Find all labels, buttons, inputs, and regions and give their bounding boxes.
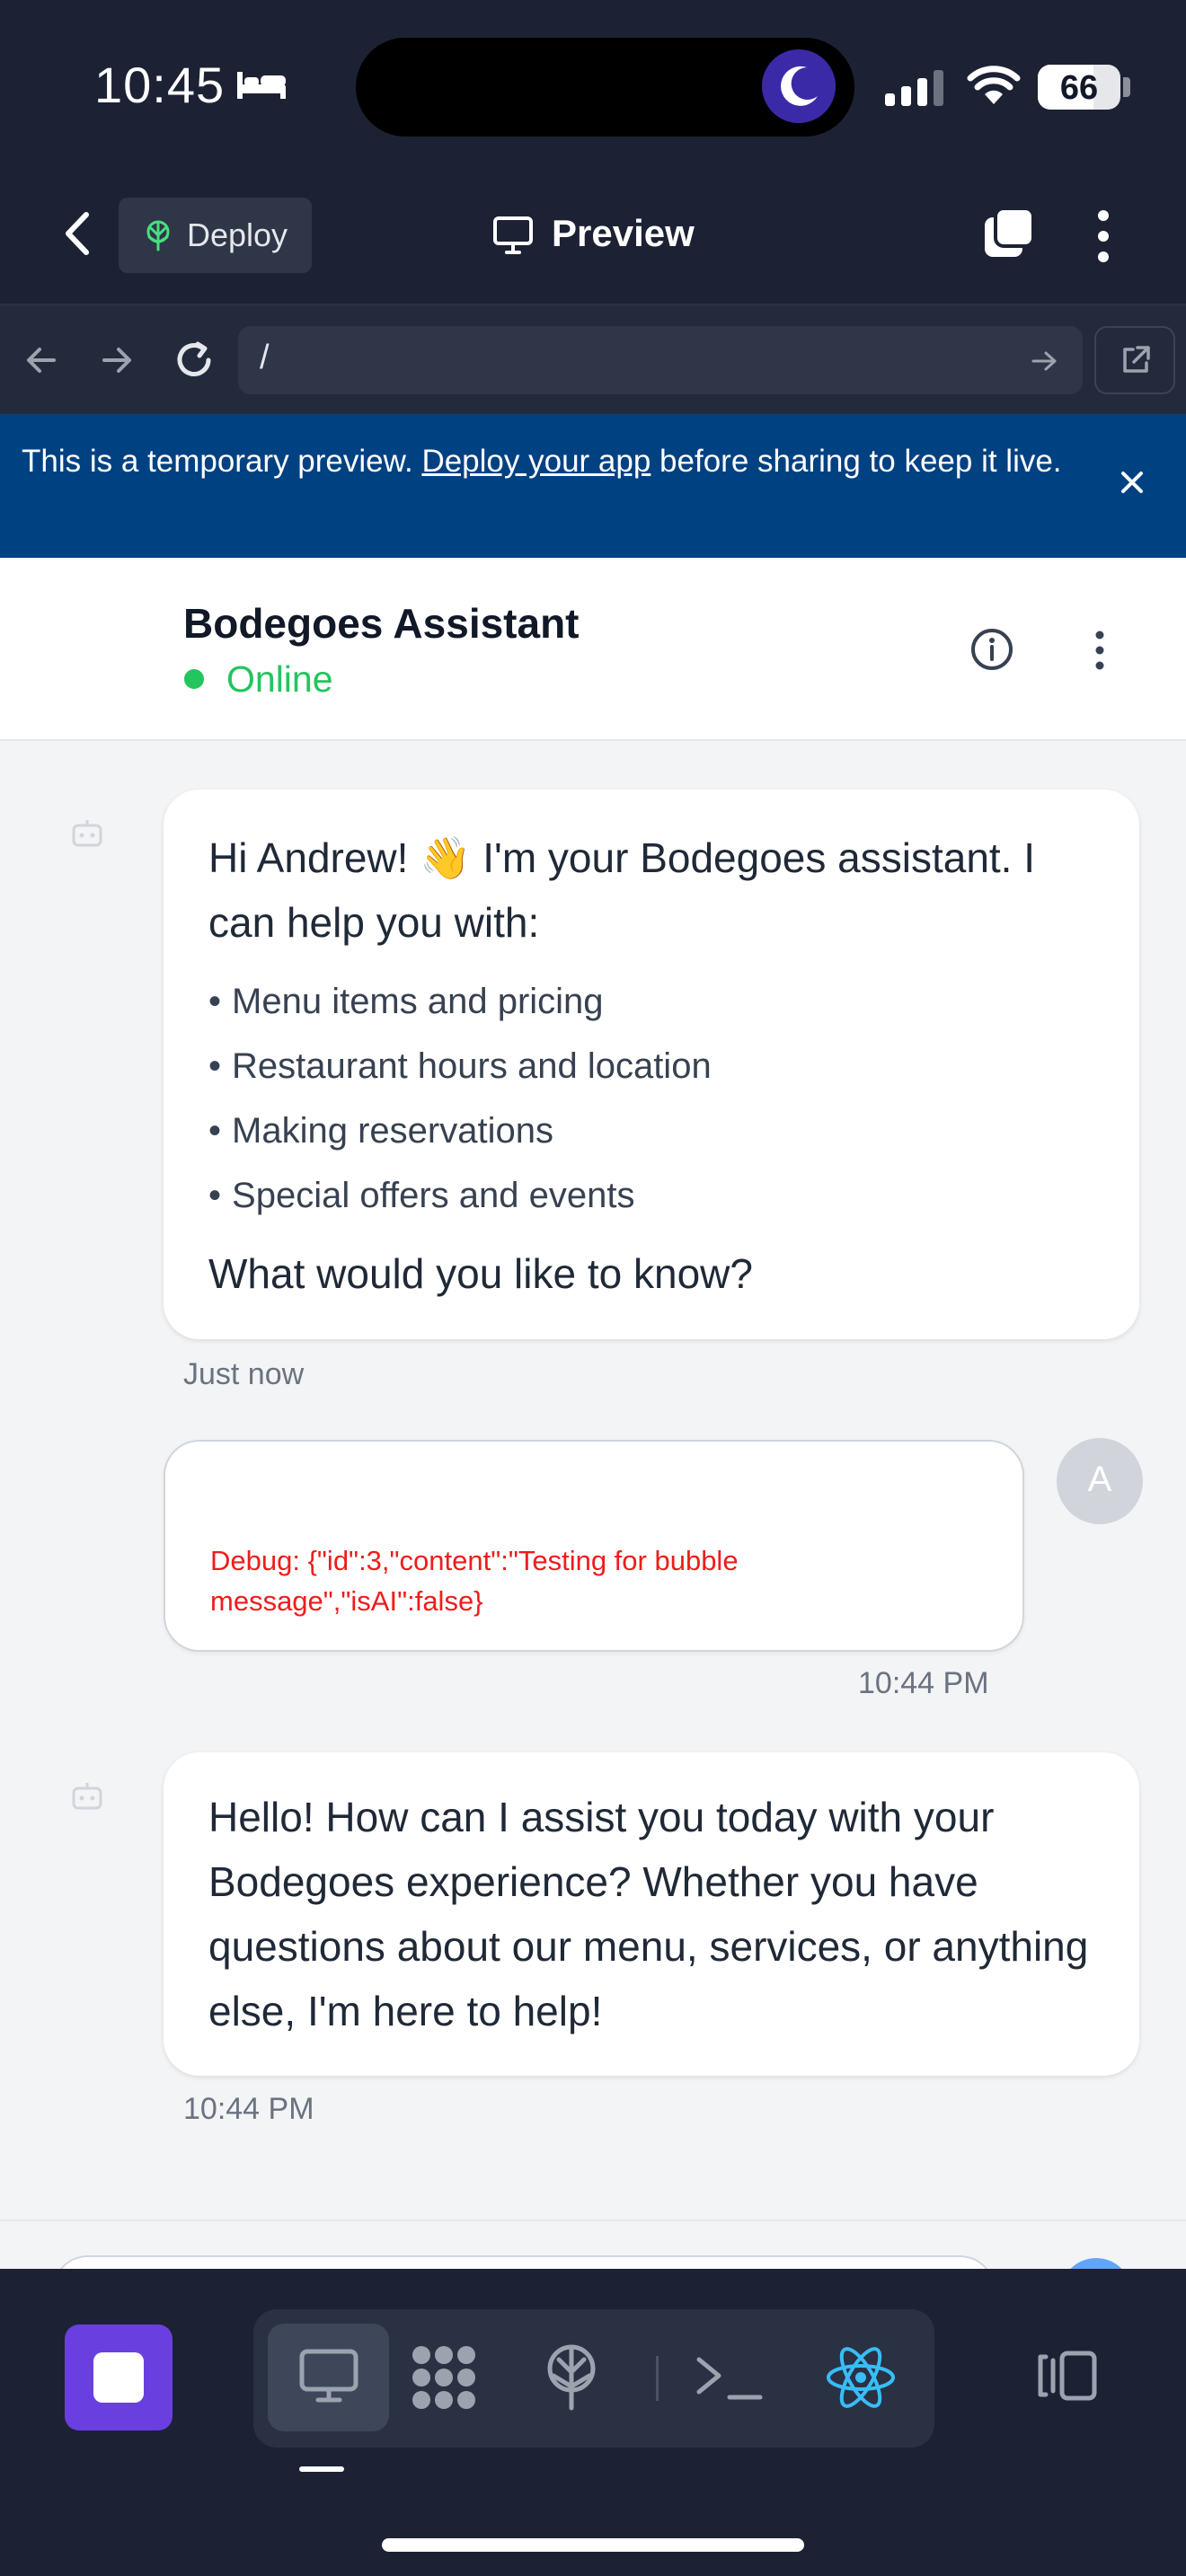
battery-percent: 66 xyxy=(1059,69,1099,107)
assistant-message-bubble: Hi Andrew! 👋 I'm your Bodegoes assistant… xyxy=(164,790,1139,1339)
back-chevron-icon xyxy=(66,212,89,255)
message-text: What would you like to know? xyxy=(208,1250,753,1297)
wifi-icon xyxy=(967,65,1021,110)
assistant-name: Bodegoes Assistant xyxy=(183,600,580,647)
url-text: / xyxy=(260,339,270,376)
monitor-icon xyxy=(493,216,533,254)
stop-icon xyxy=(93,2352,144,2403)
user-message-bubble: Debug: {"id":3,"content":"Testing for bu… xyxy=(164,1440,1024,1652)
tab-react[interactable] xyxy=(807,2324,915,2431)
more-vertical-icon xyxy=(1098,210,1109,262)
external-link-icon xyxy=(1123,346,1150,373)
more-vertical-icon[interactable] xyxy=(1089,628,1111,673)
help-topics-list: Menu items and pricing Restaurant hours … xyxy=(208,969,712,1228)
input-divider xyxy=(0,2219,1186,2221)
online-status-text: Online xyxy=(226,658,333,700)
message-text: Hello! How can I assist you today with y… xyxy=(208,1794,1089,2034)
info-icon[interactable] xyxy=(969,626,1015,673)
list-item: Special offers and events xyxy=(208,1163,712,1228)
panel-toggle-icon[interactable] xyxy=(1033,2348,1100,2404)
battery-cap xyxy=(1123,77,1130,97)
tabs-button[interactable] xyxy=(979,205,1039,264)
list-item: Menu items and pricing xyxy=(208,969,712,1034)
banner-text: This is a temporary preview. Deploy your… xyxy=(22,437,1082,485)
banner-text-after: before sharing to keep it live. xyxy=(651,444,1062,479)
online-status-dot xyxy=(184,669,204,689)
deploy-icon xyxy=(547,2344,596,2411)
open-external-button[interactable] xyxy=(1094,326,1175,394)
grid-icon xyxy=(412,2346,475,2409)
url-go-arrow-icon[interactable] xyxy=(1029,346,1059,376)
battery-indicator: 66 xyxy=(1038,65,1120,110)
close-icon[interactable] xyxy=(1111,461,1154,504)
react-icon xyxy=(827,2347,895,2408)
tab-apps[interactable] xyxy=(390,2324,498,2431)
message-text: Hi Andrew! 👋 I'm your Bodegoes assistant… xyxy=(208,834,1036,946)
back-button[interactable] xyxy=(52,202,102,265)
desktop-icon xyxy=(299,2349,358,2403)
avatar-initial: A xyxy=(1087,1460,1112,1499)
tabs-icon xyxy=(985,207,1035,257)
more-menu-button[interactable] xyxy=(1085,205,1121,268)
toolbar-separator xyxy=(656,2356,659,2401)
tab-preview[interactable] xyxy=(268,2324,389,2431)
bottom-toolbar xyxy=(0,2269,1186,2576)
message-input[interactable] xyxy=(52,2255,996,2269)
message-timestamp: 10:44 PM xyxy=(183,2092,314,2126)
list-item: Making reservations xyxy=(208,1098,712,1163)
back-arrow-icon[interactable] xyxy=(22,340,61,380)
reload-icon[interactable] xyxy=(171,337,217,384)
terminal-icon xyxy=(696,2357,763,2400)
bot-icon xyxy=(72,1783,102,1810)
tab-shell[interactable] xyxy=(676,2324,783,2431)
chat-app: Bodegoes Assistant Online Hi Andrew! 👋 I… xyxy=(0,558,1186,2269)
message-timestamp: 10:44 PM xyxy=(858,1666,989,1700)
moon-icon xyxy=(762,49,836,123)
preview-title: Preview xyxy=(552,212,695,254)
deploy-button[interactable]: Deploy xyxy=(119,198,312,273)
send-button[interactable] xyxy=(1060,2258,1132,2269)
temporary-preview-banner: This is a temporary preview. Deploy your… xyxy=(0,414,1186,558)
banner-text-before: This is a temporary preview. xyxy=(22,444,422,479)
tool-tab-group xyxy=(253,2309,934,2448)
debug-text: Debug: {"id":3,"content":"Testing for bu… xyxy=(210,1545,739,1617)
deploy-app-link[interactable]: Deploy your app xyxy=(421,444,651,479)
deploy-label: Deploy xyxy=(187,216,288,253)
deploy-icon xyxy=(146,220,170,251)
active-tab-indicator xyxy=(299,2466,344,2472)
sleep-focus-icon xyxy=(235,70,288,105)
forward-arrow-icon[interactable] xyxy=(97,340,137,380)
browser-url-row: / xyxy=(0,306,1186,414)
assistant-message-bubble: Hello! How can I assist you today with y… xyxy=(164,1752,1139,2076)
cellular-signal-icon xyxy=(885,70,948,110)
chat-header: Bodegoes Assistant Online xyxy=(0,558,1186,741)
home-indicator xyxy=(382,2538,804,2552)
tab-deploy[interactable] xyxy=(518,2324,625,2431)
status-time: 10:45 xyxy=(94,57,226,113)
status-bar: 10:45 66 xyxy=(0,0,1186,171)
bot-icon xyxy=(72,820,102,847)
message-timestamp: Just now xyxy=(183,1357,305,1391)
url-input[interactable]: / xyxy=(238,326,1083,394)
user-avatar: A xyxy=(1057,1438,1143,1524)
list-item: Restaurant hours and location xyxy=(208,1034,712,1098)
stop-button[interactable] xyxy=(65,2325,173,2430)
